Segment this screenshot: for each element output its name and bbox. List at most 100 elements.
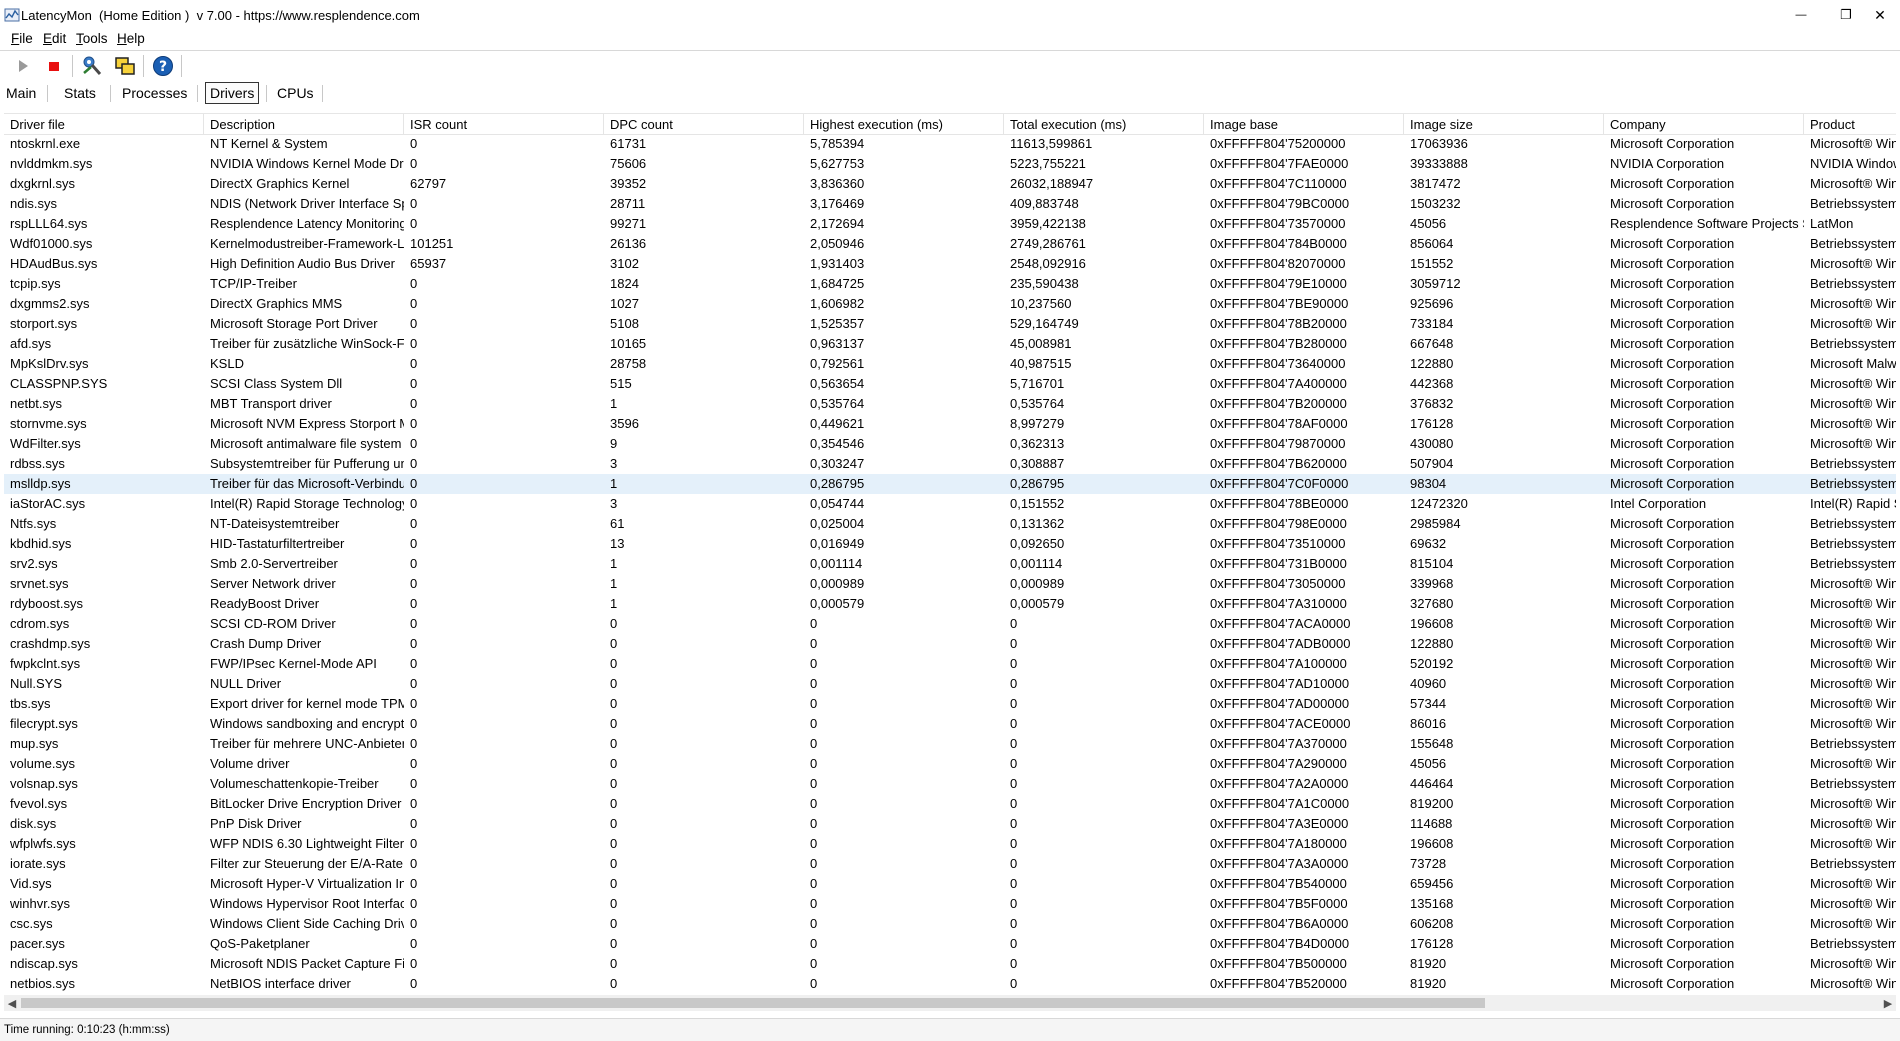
table-row[interactable]: MpKslDrv.sys KSLD 0 28758 0,792561 40,987515 0…	[4, 354, 1896, 374]
cell-driver-file: fwpkclnt.sys	[10, 656, 81, 671]
table-row[interactable]: mup.sys Treiber für mehrere UNC-Anbieter 0…	[4, 734, 1896, 754]
table-row[interactable]: Null.SYS NULL Driver 0 0 0 0 0xFFFFF804'7AD100…	[4, 674, 1896, 694]
table-row[interactable]: Wdf01000.sys Kernelmodustreiber-Framework…	[4, 234, 1896, 254]
table-row[interactable]: dxgkrnl.sys DirectX Graphics Kernel 62797 3…	[4, 174, 1896, 194]
cell-isr-count: 62797	[410, 176, 447, 191]
table-row[interactable]: tbs.sys Export driver for kernel mode TPM…	[4, 694, 1896, 714]
table-row[interactable]: rdyboost.sys ReadyBoost Driver 0 1 0,000579 0…	[4, 594, 1896, 614]
table-row[interactable]: ndis.sys NDIS (Network Driver Interface S…	[4, 194, 1896, 214]
tab-drivers[interactable]: Drivers	[205, 82, 260, 104]
table-row[interactable]: afd.sys Treiber für zusätzliche WinSock-F…	[4, 334, 1896, 354]
cell-image-base: 0xFFFFF804'7B280000	[1210, 336, 1347, 351]
table-row[interactable]: mslldp.sys Treiber für das Microsoft-Verb…	[4, 474, 1896, 494]
cell-product: Microsoft® Windows® Operating System	[1810, 176, 1896, 191]
table-row[interactable]: stornvme.sys Microsoft NVM Express Storpo…	[4, 414, 1896, 434]
cell-company: Microsoft Corporation	[1610, 856, 1735, 871]
table-row[interactable]: CLASSPNP.SYS SCSI Class System Dll 0 515 0,5…	[4, 374, 1896, 394]
tab-main[interactable]: Main	[6, 83, 36, 103]
table-row[interactable]: winhvr.sys Windows Hypervisor Root Interf…	[4, 894, 1896, 914]
menu-file[interactable]: File	[11, 31, 33, 46]
table-row[interactable]: rspLLL64.sys Resplendence Latency Monitor…	[4, 214, 1896, 234]
cell-description: NVIDIA Windows Kernel Mode Driver	[210, 156, 404, 171]
column-header-product[interactable]: Product	[1804, 114, 1896, 134]
cell-highest-execution: 0,025004	[810, 516, 865, 531]
table-row[interactable]: csc.sys Windows Client Side Caching Drive…	[4, 914, 1896, 934]
cell-description: Smb 2.0-Servertreiber	[210, 556, 338, 571]
column-header-description[interactable]: Description	[204, 114, 404, 134]
table-row[interactable]: wfplwfs.sys WFP NDIS 6.30 Lightweight Fil…	[4, 834, 1896, 854]
table-row[interactable]: netbt.sys MBT Transport driver 0 1 0,535764 0…	[4, 394, 1896, 414]
column-header-highest-execution[interactable]: Highest execution (ms)	[804, 114, 1004, 134]
scroll-right-icon[interactable]: ▶	[1880, 995, 1896, 1011]
table-row[interactable]: dxgmms2.sys DirectX Graphics MMS 0 1027 1,60…	[4, 294, 1896, 314]
tab-cpus[interactable]: CPUs	[277, 83, 314, 103]
column-header-total-execution[interactable]: Total execution (ms)	[1004, 114, 1204, 134]
cell-company: Microsoft Corporation	[1610, 676, 1735, 691]
cell-description: KSLD	[210, 356, 244, 371]
table-row[interactable]: iorate.sys Filter zur Steuerung der E/A-R…	[4, 854, 1896, 874]
cell-company: Microsoft Corporation	[1610, 396, 1735, 411]
table-row[interactable]: Vid.sys Microsoft Hyper-V Virtualization …	[4, 874, 1896, 894]
cell-dpc-count: 0	[610, 956, 618, 971]
drivers-table[interactable]: Driver file Description ISR count DPC count…	[4, 113, 1896, 996]
cell-isr-count: 0	[410, 876, 418, 891]
tools-button[interactable]	[80, 54, 104, 78]
start-button[interactable]	[11, 54, 35, 78]
menu-tools[interactable]: Tools	[76, 31, 108, 46]
cell-isr-count: 0	[410, 576, 418, 591]
column-header-image-size[interactable]: Image size	[1404, 114, 1604, 134]
help-button[interactable]: ?	[151, 54, 175, 78]
table-row[interactable]: srvnet.sys Server Network driver 0 1 0,00098…	[4, 574, 1896, 594]
cell-total-execution: 26032,188947	[1010, 176, 1094, 191]
windows-button[interactable]	[113, 54, 137, 78]
table-row[interactable]: pacer.sys QoS-Paketplaner 0 0 0 0 0xFFFFF804'7…	[4, 934, 1896, 954]
table-row[interactable]: volume.sys Volume driver 0 0 0 0 0xFFFFF804'7A…	[4, 754, 1896, 774]
menu-edit[interactable]: Edit	[43, 31, 66, 46]
minimize-button[interactable]: —	[1778, 0, 1824, 30]
column-header-isr-count[interactable]: ISR count	[404, 114, 604, 134]
column-header-company[interactable]: Company	[1604, 114, 1804, 134]
cell-image-size: 925696	[1410, 296, 1454, 311]
menu-help[interactable]: Help	[117, 31, 145, 46]
table-row[interactable]: disk.sys PnP Disk Driver 0 0 0 0 0xFFFFF804'7A…	[4, 814, 1896, 834]
table-row[interactable]: Ntfs.sys NT-Dateisystemtreiber 0 61 0,025004…	[4, 514, 1896, 534]
table-row[interactable]: volsnap.sys Volumeschattenkopie-Treiber 0 0…	[4, 774, 1896, 794]
cell-dpc-count: 9	[610, 436, 618, 451]
close-button[interactable]: ✕	[1860, 0, 1900, 30]
table-row[interactable]: HDAudBus.sys High Definition Audio Bus Dr…	[4, 254, 1896, 274]
cell-driver-file: netbt.sys	[10, 396, 63, 411]
cell-highest-execution: 0,001114	[810, 556, 863, 571]
latencymon-app-icon	[4, 7, 20, 23]
table-row[interactable]: WdFilter.sys Microsoft antimalware file s…	[4, 434, 1896, 454]
cell-product: Microsoft® Windows® Operating System	[1810, 876, 1896, 891]
cell-description: Server Network driver	[210, 576, 336, 591]
cell-image-size: 81920	[1410, 956, 1447, 971]
table-row[interactable]: srv2.sys Smb 2.0-Servertreiber 0 1 0,001114 0…	[4, 554, 1896, 574]
cell-description: Microsoft NVM Express Storport Miniport …	[210, 416, 404, 431]
table-row[interactable]: cdrom.sys SCSI CD-ROM Driver 0 0 0 0 0xFFFFF80…	[4, 614, 1896, 634]
table-row[interactable]: tcpip.sys TCP/IP-Treiber 0 1824 1,684725 235,…	[4, 274, 1896, 294]
table-row[interactable]: fwpkclnt.sys FWP/IPsec Kernel-Mode API 0 0 0…	[4, 654, 1896, 674]
scrollbar-thumb[interactable]	[21, 998, 1485, 1008]
table-row[interactable]: storport.sys Microsoft Storage Port Drive…	[4, 314, 1896, 334]
table-row[interactable]: nvlddmkm.sys NVIDIA Windows Kernel Mode D…	[4, 154, 1896, 174]
table-row[interactable]: kbdhid.sys HID-Tastaturfiltertreiber 0 13 0,…	[4, 534, 1896, 554]
tab-processes[interactable]: Processes	[122, 83, 187, 103]
stop-button[interactable]	[42, 54, 66, 78]
table-row[interactable]: iaStorAC.sys Intel(R) Rapid Storage Techn…	[4, 494, 1896, 514]
table-row[interactable]: rdbss.sys Subsystemtreiber für Pufferung …	[4, 454, 1896, 474]
table-row[interactable]: filecrypt.sys Windows sandboxing and encr…	[4, 714, 1896, 734]
table-row[interactable]: ndiscap.sys Microsoft NDIS Packet Capture…	[4, 954, 1896, 974]
table-row[interactable]: ntoskrnl.exe NT Kernel & System 0 61731 5,78…	[4, 134, 1896, 154]
column-header-driver-file[interactable]: Driver file	[4, 114, 204, 134]
table-row[interactable]: netbios.sys NetBIOS interface driver 0 0 0 0 0…	[4, 974, 1896, 994]
scroll-left-icon[interactable]: ◀	[4, 995, 20, 1011]
horizontal-scrollbar[interactable]: ◀ ▶	[4, 995, 1896, 1011]
table-row[interactable]: fvevol.sys BitLocker Drive Encryption Dri…	[4, 794, 1896, 814]
cell-driver-file: afd.sys	[10, 336, 52, 351]
cell-total-execution: 0	[1010, 776, 1018, 791]
column-header-dpc-count[interactable]: DPC count	[604, 114, 804, 134]
table-row[interactable]: crashdmp.sys Crash Dump Driver 0 0 0 0 0xFFFFF…	[4, 634, 1896, 654]
column-header-image-base[interactable]: Image base	[1204, 114, 1404, 134]
tab-stats[interactable]: Stats	[64, 83, 96, 103]
